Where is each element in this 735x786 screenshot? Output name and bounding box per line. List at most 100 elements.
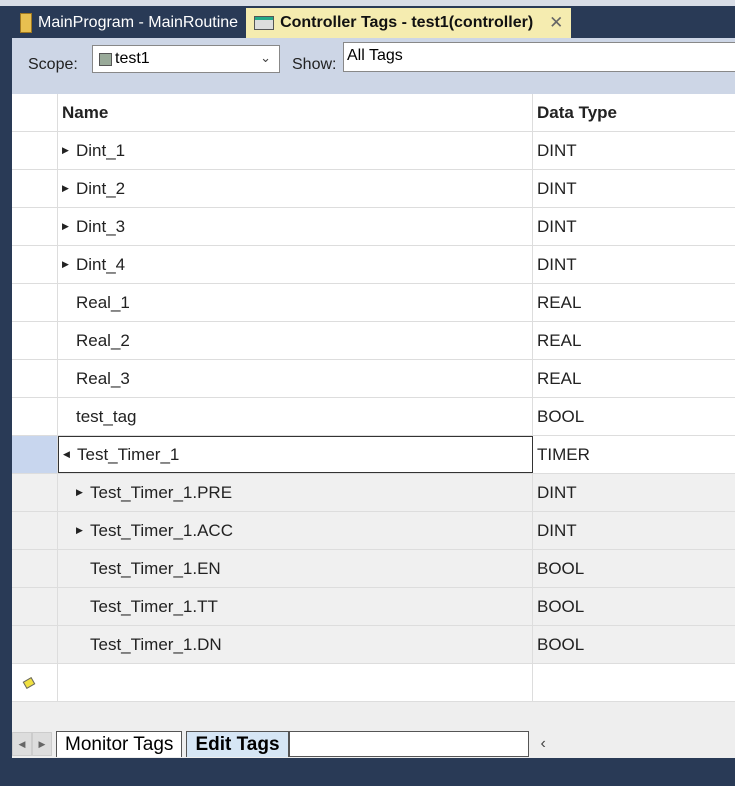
tag-name-cell[interactable]: Real_3 — [58, 360, 533, 397]
expand-icon[interactable]: ▶ — [62, 259, 76, 270]
indicator-cell — [12, 170, 58, 207]
tag-name-cell[interactable]: ▶ Dint_4 — [58, 246, 533, 283]
indicator-cell — [12, 550, 58, 587]
table-row[interactable]: ▶ Dint_1 DINT — [12, 132, 735, 170]
column-header-data-type[interactable]: Data Type — [533, 94, 735, 131]
table-row[interactable]: Real_1 REAL — [12, 284, 735, 322]
table-row[interactable]: Test_Timer_1.DN BOOL — [12, 626, 735, 664]
tab-controller-tags[interactable]: Controller Tags - test1(controller) ✕ — [246, 8, 572, 38]
tag-table-icon — [254, 16, 275, 30]
indicator-header — [12, 94, 58, 131]
data-type-cell[interactable]: DINT — [533, 208, 735, 245]
new-row-pencil-icon — [22, 676, 36, 689]
data-type-cell[interactable]: DINT — [533, 512, 735, 549]
indicator-cell — [12, 664, 58, 701]
data-type-cell[interactable]: TIMER — [533, 436, 735, 473]
tab-next-button[interactable]: ▶ — [32, 732, 52, 756]
tag-name-cell[interactable]: ▶ Test_Timer_1.PRE — [58, 474, 533, 511]
tag-editor-panel: Scope: test1 ⌄ Show: All Tags Name Data … — [12, 38, 735, 758]
tab-main-routine[interactable]: MainProgram - MainRoutine — [12, 8, 246, 38]
tag-name: Test_Timer_1.DN — [90, 634, 222, 654]
expand-icon[interactable]: ▶ — [62, 183, 76, 194]
column-header-name[interactable]: Name — [58, 94, 533, 131]
expand-icon[interactable]: ▶ — [76, 525, 90, 536]
table-row[interactable]: Real_2 REAL — [12, 322, 735, 360]
indicator-cell — [12, 398, 58, 435]
scope-label: Scope: — [28, 56, 78, 73]
table-row[interactable]: ▶ Dint_4 DINT — [12, 246, 735, 284]
data-type-cell[interactable]: BOOL — [533, 398, 735, 435]
data-type-cell[interactable]: REAL — [533, 322, 735, 359]
indicator-cell — [12, 474, 58, 511]
ladder-icon — [20, 13, 32, 33]
indicator-cell — [12, 208, 58, 245]
view-tabs-bar: ◀ ▶ Monitor Tags Edit Tags ‹ — [12, 730, 735, 758]
table-row[interactable]: ◀ Test_Timer_1 TIMER — [12, 436, 735, 474]
tab-label: MainProgram - MainRoutine — [38, 14, 239, 31]
indicator-cell — [12, 322, 58, 359]
tab-monitor-tags[interactable]: Monitor Tags — [56, 731, 183, 757]
tab-strip-blank — [288, 731, 529, 757]
new-tag-type-cell[interactable] — [533, 664, 735, 701]
show-filter[interactable]: All Tags — [343, 42, 735, 72]
tab-prev-button[interactable]: ◀ — [12, 732, 32, 756]
tag-name: Test_Timer_1.PRE — [90, 482, 233, 502]
top-strip — [0, 0, 735, 6]
data-type-cell[interactable]: DINT — [533, 132, 735, 169]
tab-edit-tags[interactable]: Edit Tags — [186, 731, 289, 757]
data-type-cell[interactable]: DINT — [533, 474, 735, 511]
data-type-cell[interactable]: DINT — [533, 170, 735, 207]
tag-name-cell[interactable]: Real_1 — [58, 284, 533, 321]
table-row[interactable]: ▶ Test_Timer_1.PRE DINT — [12, 474, 735, 512]
tag-name-cell[interactable]: Test_Timer_1.TT — [58, 588, 533, 625]
table-row[interactable]: Test_Timer_1.TT BOOL — [12, 588, 735, 626]
expand-icon[interactable]: ▶ — [62, 145, 76, 156]
table-row[interactable]: ▶ Dint_3 DINT — [12, 208, 735, 246]
new-tag-name-cell[interactable] — [58, 664, 533, 701]
tab-label: Controller Tags - test1(controller) — [280, 14, 534, 31]
indicator-cell — [12, 132, 58, 169]
data-type-cell[interactable]: REAL — [533, 284, 735, 321]
controller-icon — [99, 52, 112, 66]
data-type-cell[interactable]: BOOL — [533, 588, 735, 625]
tag-name: Real_1 — [76, 292, 130, 312]
table-row[interactable]: test_tag BOOL — [12, 398, 735, 436]
scroll-left-button[interactable]: ‹ — [541, 735, 546, 753]
data-type-cell[interactable]: BOOL — [533, 626, 735, 663]
data-type-cell[interactable]: DINT — [533, 246, 735, 283]
tag-name-cell[interactable]: ◀ Test_Timer_1 — [58, 436, 533, 473]
tag-name: Test_Timer_1.ACC — [90, 520, 233, 540]
tag-name-cell[interactable]: ▶ Test_Timer_1.ACC — [58, 512, 533, 549]
tag-name: Test_Timer_1 — [77, 444, 180, 464]
tag-name-cell[interactable]: test_tag — [58, 398, 533, 435]
collapse-icon[interactable]: ◀ — [63, 449, 77, 460]
new-tag-row[interactable] — [12, 664, 735, 702]
tag-name-cell[interactable]: ▶ Dint_3 — [58, 208, 533, 245]
tag-name: Dint_2 — [76, 178, 126, 198]
table-row[interactable]: Test_Timer_1.EN BOOL — [12, 550, 735, 588]
tag-name: Test_Timer_1.EN — [90, 558, 221, 578]
close-icon[interactable]: ✕ — [549, 13, 563, 33]
tag-name: Test_Timer_1.TT — [90, 596, 218, 616]
expand-icon[interactable]: ▶ — [62, 221, 76, 232]
tag-name-cell[interactable]: Real_2 — [58, 322, 533, 359]
indicator-cell — [12, 246, 58, 283]
tag-name-cell[interactable]: Test_Timer_1.EN — [58, 550, 533, 587]
show-label: Show: — [292, 56, 337, 73]
scope-dropdown[interactable]: test1 ⌄ — [92, 45, 280, 73]
data-type-cell[interactable]: REAL — [533, 360, 735, 397]
tag-name: Dint_1 — [76, 140, 126, 160]
tag-name-cell[interactable]: ▶ Dint_2 — [58, 170, 533, 207]
scope-value: test1 — [115, 50, 150, 67]
data-type-cell[interactable]: BOOL — [533, 550, 735, 587]
tag-name-cell[interactable]: Test_Timer_1.DN — [58, 626, 533, 663]
table-row[interactable]: Real_3 REAL — [12, 360, 735, 398]
toolbar: Scope: test1 ⌄ Show: All Tags — [12, 38, 735, 94]
tags-table: Name Data Type ▶ Dint_1 DINT ▶ Dint_2 DINT ▶ Di… — [12, 94, 735, 702]
tag-name-cell[interactable]: ▶ Dint_1 — [58, 132, 533, 169]
expand-icon[interactable]: ▶ — [76, 487, 90, 498]
indicator-cell — [12, 588, 58, 625]
table-row[interactable]: ▶ Dint_2 DINT — [12, 170, 735, 208]
tag-name: Real_3 — [76, 368, 130, 388]
table-row[interactable]: ▶ Test_Timer_1.ACC DINT — [12, 512, 735, 550]
